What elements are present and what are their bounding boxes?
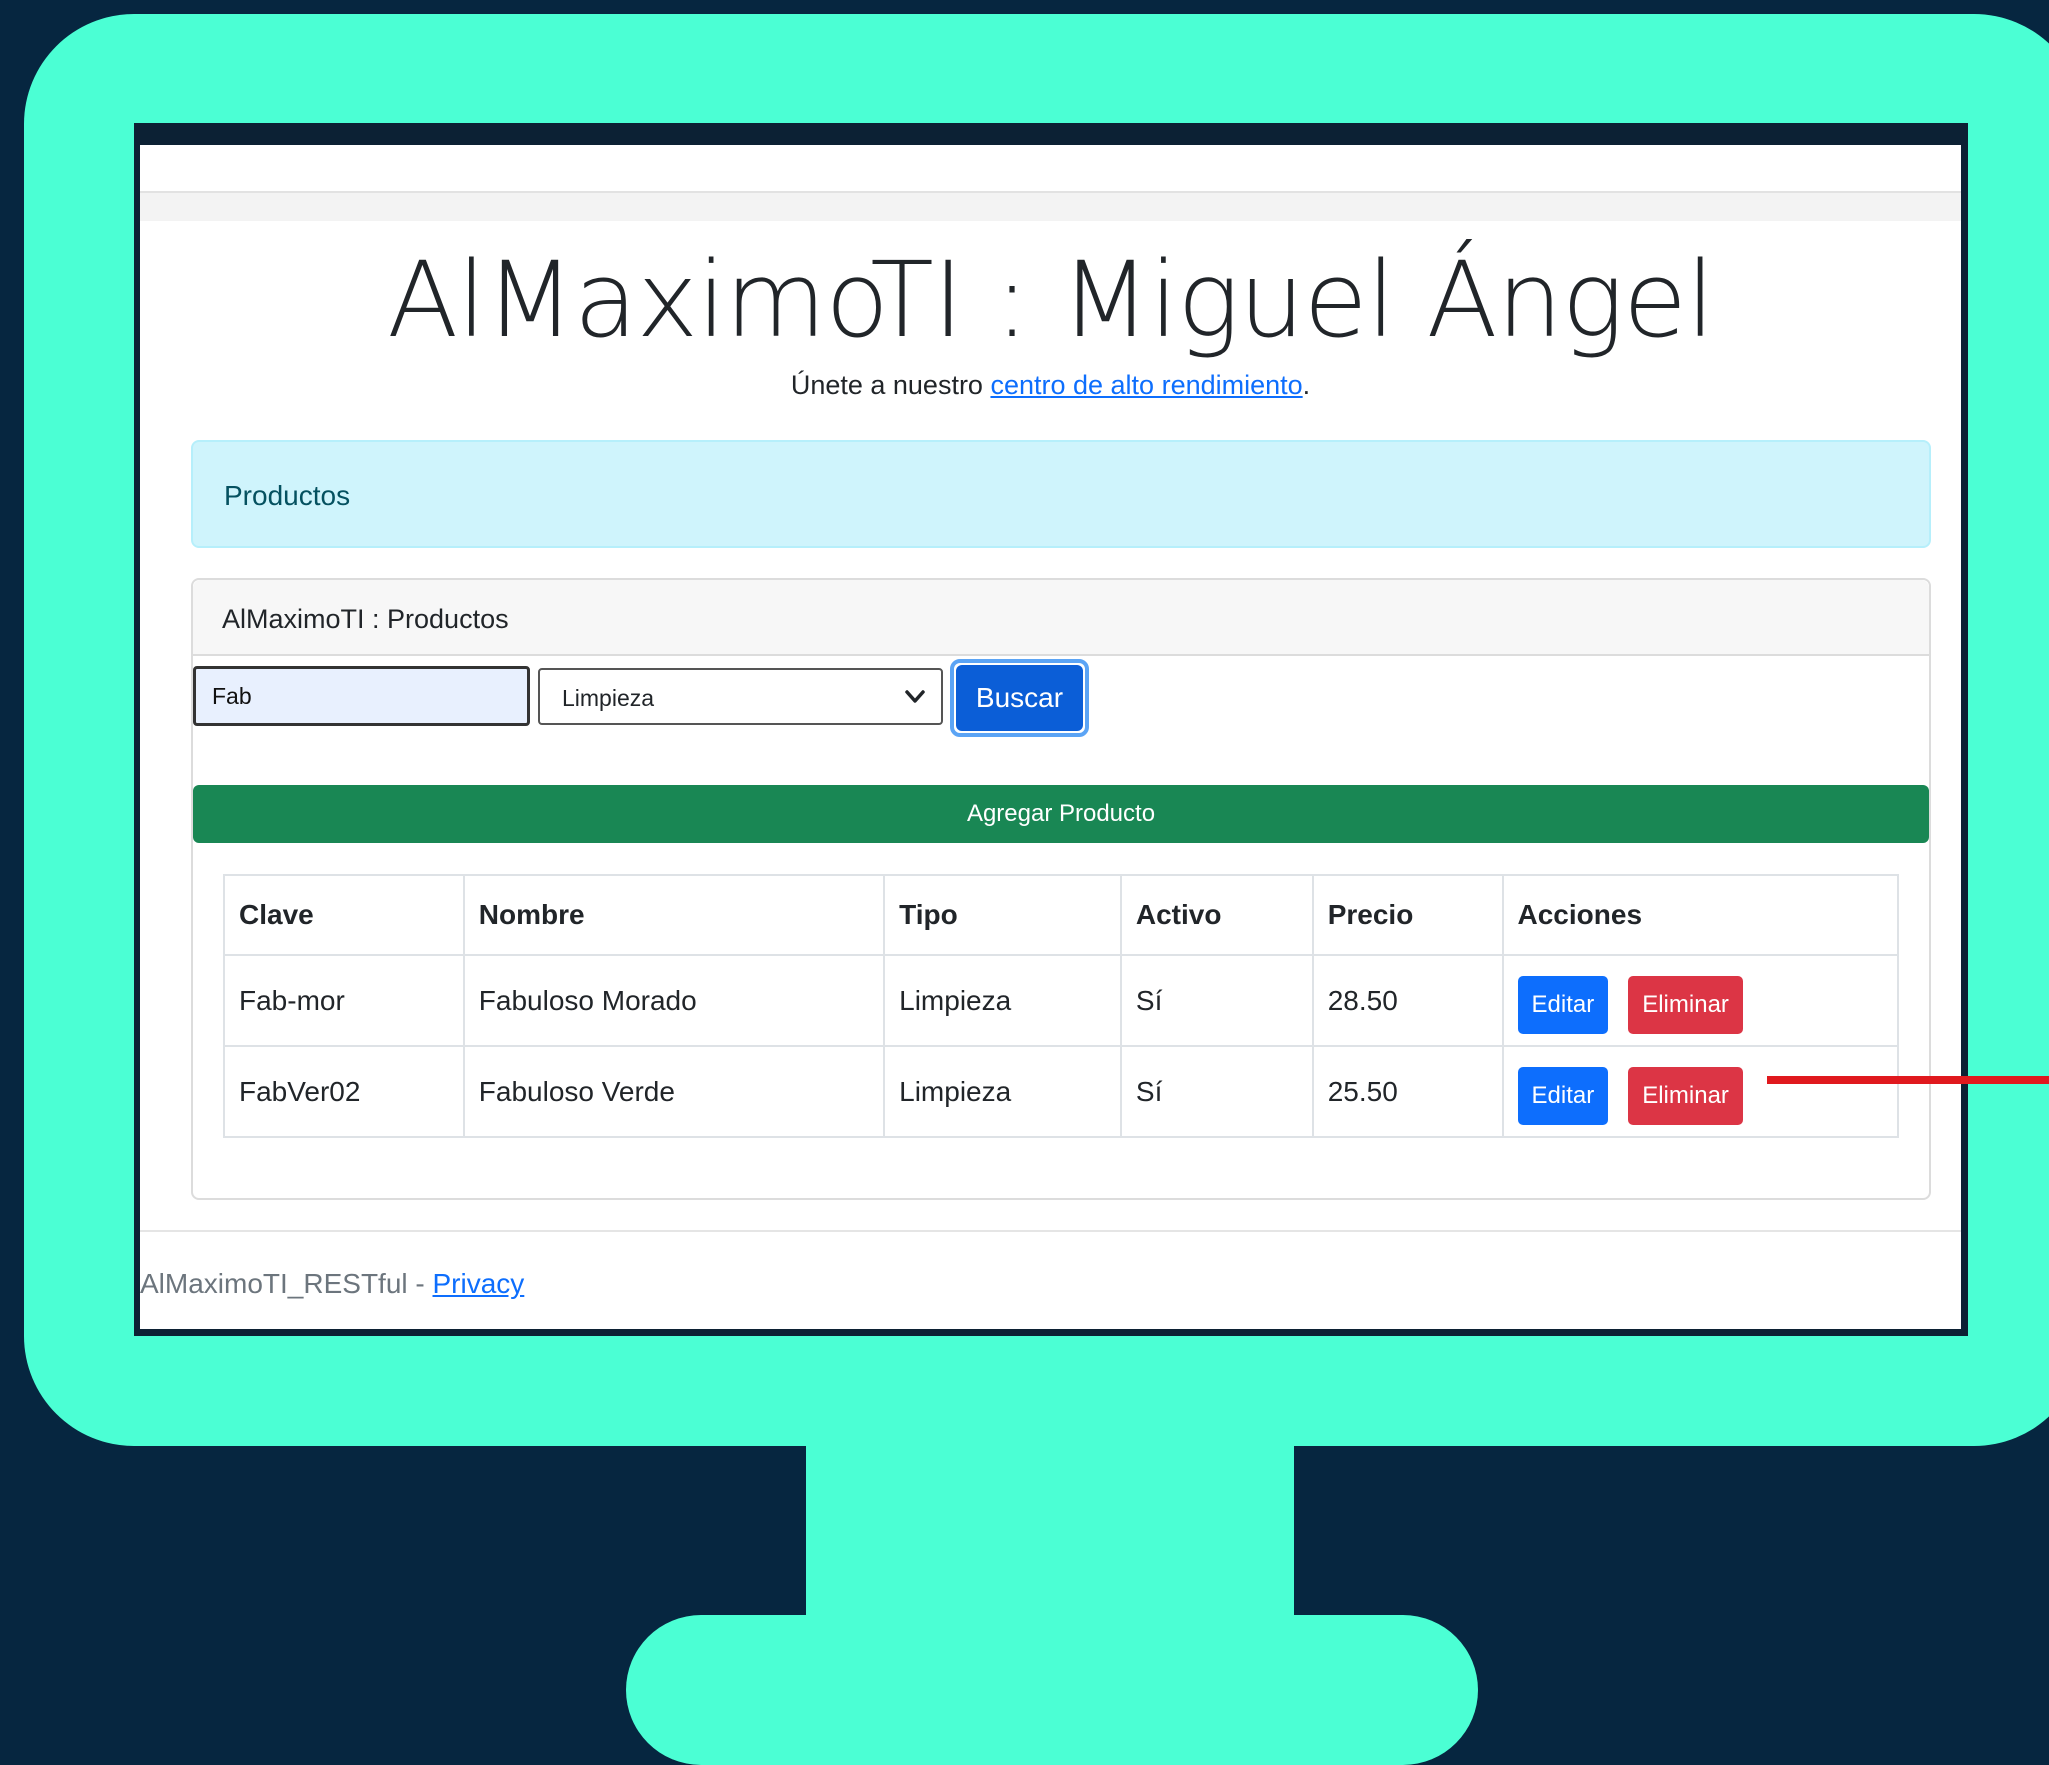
column-header-clave: Clave (223, 874, 465, 956)
chevron-down-icon (905, 690, 925, 703)
lead-text: Únete a nuestro centro de alto rendimien… (140, 370, 1961, 401)
footer: AlMaximoTI_RESTful - Privacy (140, 1268, 524, 1300)
lead-prefix: Únete a nuestro (790, 370, 991, 400)
delete-button[interactable]: Eliminar (1628, 975, 1743, 1034)
monitor-screen: AlMaximoTI : Miguel Ángel Únete a nuestr… (134, 123, 1968, 1336)
search-input[interactable] (193, 666, 530, 726)
navbar-clipped-text (140, 167, 480, 187)
footer-divider (140, 1230, 1961, 1232)
alert-text: Productos (224, 480, 351, 511)
privacy-link[interactable]: Privacy (433, 1268, 525, 1299)
cell-clave: FabVer02 (223, 1045, 465, 1138)
navbar-spacer (140, 193, 1961, 221)
annotation-arrow-line (1767, 1076, 2049, 1084)
cell-nombre: Fabuloso Verde (462, 1045, 886, 1138)
column-header-acciones: Acciones (1501, 874, 1900, 956)
table-header-row: Clave Nombre Tipo Activo Precio Acciones (223, 874, 1900, 956)
card-header: AlMaximoTI : Productos (193, 580, 1929, 656)
edit-button[interactable]: Editar (1517, 975, 1609, 1034)
table-row: FabVer02 Fabuloso Verde Limpieza Sí 25.5… (223, 1045, 1900, 1138)
type-select-value: Limpieza (562, 685, 655, 711)
lead-link[interactable]: centro de alto rendimiento (990, 370, 1302, 400)
search-button[interactable]: Buscar (950, 659, 1089, 737)
edit-button[interactable]: Editar (1517, 1066, 1609, 1125)
products-card: AlMaximoTI : Productos Limpieza Buscar A… (191, 578, 1931, 1200)
cell-precio: 28.50 (1311, 954, 1504, 1047)
products-table: Clave Nombre Tipo Activo Precio Acciones… (223, 874, 1900, 1138)
monitor-stand-base (626, 1615, 1478, 1765)
page-title: AlMaximoTI : Miguel Ángel (387, 239, 1715, 361)
cell-clave: Fab-mor (223, 954, 465, 1047)
cell-nombre: Fabuloso Morado (462, 954, 886, 1047)
cell-acciones: Editar Eliminar (1501, 954, 1900, 1047)
delete-button[interactable]: Eliminar (1628, 1066, 1743, 1125)
type-select[interactable]: Limpieza (538, 668, 943, 725)
column-header-nombre: Nombre (462, 874, 886, 956)
add-product-button[interactable]: Agregar Producto (193, 785, 1929, 843)
cell-precio: 25.50 (1311, 1045, 1504, 1138)
info-alert: Productos (191, 440, 1931, 548)
table-row: Fab-mor Fabuloso Morado Limpieza Sí 28.5… (223, 954, 1900, 1047)
search-button-label: Buscar (956, 665, 1083, 731)
cell-activo: Sí (1119, 954, 1314, 1047)
card-title: AlMaximoTI : Productos (222, 604, 509, 634)
footer-text: AlMaximoTI_RESTful - (140, 1268, 433, 1299)
cell-activo: Sí (1119, 1045, 1314, 1138)
navbar (140, 145, 1961, 193)
lead-suffix: . (1302, 370, 1311, 400)
column-header-precio: Precio (1311, 874, 1504, 956)
column-header-activo: Activo (1119, 874, 1314, 956)
cell-acciones: Editar Eliminar (1501, 1045, 1900, 1138)
cell-tipo: Limpieza (883, 954, 1122, 1047)
column-header-tipo: Tipo (883, 874, 1122, 956)
web-page: AlMaximoTI : Miguel Ángel Únete a nuestr… (140, 145, 1961, 1329)
cell-tipo: Limpieza (883, 1045, 1122, 1138)
